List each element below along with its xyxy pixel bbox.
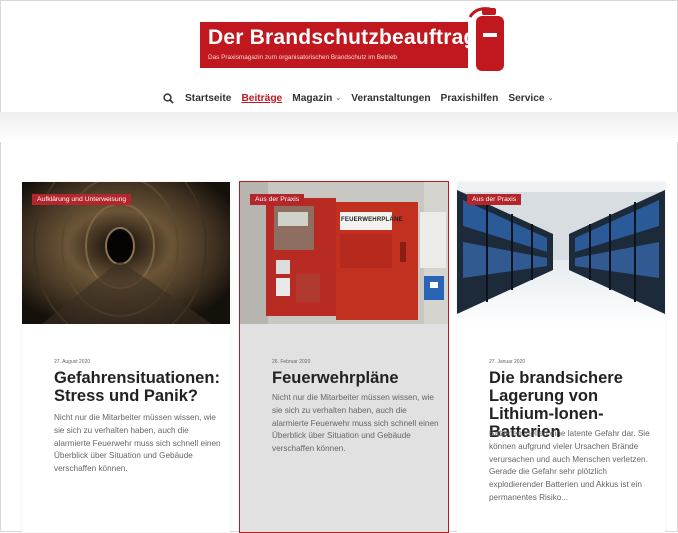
header-divider (0, 112, 678, 142)
main-navigation: Startseite Beiträge Magazin ⌄ Veranstaltu… (163, 90, 563, 106)
article-card[interactable]: Aufklärung und Unterweisung 27. August 2… (22, 182, 230, 532)
nav-item-startseite[interactable]: Startseite (185, 93, 231, 104)
fire-extinguisher-icon (468, 7, 504, 71)
panel-sign-text: FEUERWEHRPLÄNE (341, 217, 403, 223)
nav-item-label: Veranstaltungen (351, 92, 431, 104)
chevron-down-icon: ⌄ (335, 95, 342, 102)
article-image[interactable]: Aufklärung und Unterweisung (22, 182, 230, 324)
search-icon[interactable] (163, 91, 185, 105)
category-tag[interactable]: Aus der Praxis (467, 194, 522, 205)
article-card[interactable]: FEUERWEHRPLÄNE Aus der Praxis 26. Februa… (239, 181, 449, 533)
nav-item-label: Service (508, 92, 545, 104)
chevron-down-icon: ⌄ (547, 95, 554, 102)
article-image[interactable]: Aus der Praxis (457, 182, 665, 324)
nav-item-service[interactable]: Service ⌄ (508, 93, 553, 104)
logo-title: Der Brandschutzbeauftragte (208, 26, 496, 49)
nav-item-label: Beiträge (241, 92, 283, 104)
article-title[interactable]: Gefahrensituationen: Stress und Panik? (54, 369, 224, 405)
nav-item-praxishilfen[interactable]: Praxishilfen (441, 93, 499, 104)
logo-subtitle: Das Praxismagazin zum organisatorischen … (208, 54, 397, 61)
article-date: 27. August 2020 (54, 359, 91, 365)
article-excerpt: Nicht nur die Mitarbeiter müssen wissen,… (54, 413, 221, 474)
category-tag[interactable]: Aufklärung und Unterweisung (32, 194, 132, 205)
article-card[interactable]: Aus der Praxis 27. Januar 2020 Die brand… (457, 182, 665, 532)
category-tag[interactable]: Aus der Praxis (250, 194, 305, 205)
nav-item-beitraege[interactable]: Beiträge (241, 93, 282, 104)
site-logo[interactable]: Der Brandschutzbeauftragte Das Praxismag… (200, 22, 496, 68)
nav-item-magazin[interactable]: Magazin ⌄ (292, 93, 341, 104)
article-excerpt: Nicht nur die Mitarbeiter müssen wissen,… (272, 393, 439, 454)
article-date: 27. Januar 2020 (489, 359, 526, 365)
nav-item-label: Praxishilfen (440, 92, 499, 104)
nav-item-veranstaltungen[interactable]: Veranstaltungen (351, 93, 430, 104)
article-excerpt: Batterien stellen eine latente Gefahr da… (489, 429, 650, 502)
nav-item-label: Startseite (185, 92, 232, 104)
article-date: 26. Februar 2020 (272, 359, 311, 365)
article-image[interactable]: FEUERWEHRPLÄNE Aus der Praxis (240, 182, 448, 324)
nav-item-label: Magazin (292, 92, 333, 104)
article-title[interactable]: Feuerwehrpläne (272, 369, 442, 387)
